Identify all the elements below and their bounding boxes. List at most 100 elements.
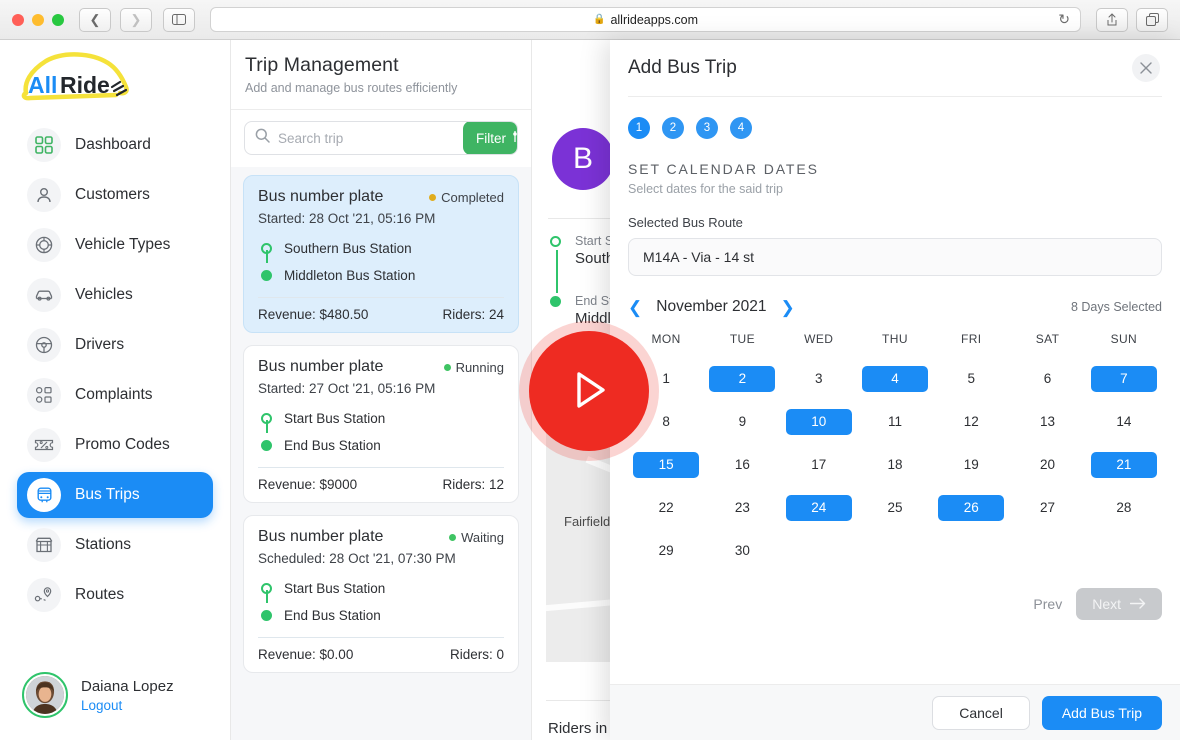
share-icon[interactable] [1096,7,1128,32]
prev-step-button[interactable]: Prev [1033,596,1062,612]
trip-card[interactable]: Bus number plate Waiting Scheduled: 28 O… [243,515,519,673]
address-bar[interactable]: 🔒 allrideapps.com ↻ [210,7,1081,32]
calendar-day-14[interactable]: 14 [1086,400,1162,443]
modal-header: Add Bus Trip [610,40,1180,96]
step-indicator: 1 2 3 4 [628,117,1162,139]
calendar-day-label: 15 [633,451,700,478]
calendar-day-20[interactable]: 20 [1009,443,1085,486]
status-dot [443,363,451,371]
profile-name: Daiana Lopez [81,678,174,696]
route-select[interactable]: M14A - Via - 14 st [628,238,1162,276]
calendar-day-3[interactable]: 3 [781,357,857,400]
step-nav: Prev Next [1033,588,1162,620]
trip-card[interactable]: Bus number plate Completed Started: 28 O… [243,175,519,333]
calendar-day-27[interactable]: 27 [1009,486,1085,529]
add-bus-trip-button[interactable]: Add Bus Trip [1041,695,1162,730]
section-subtitle: Select dates for the said trip [628,182,783,196]
calendar-day-label: 10 [785,408,852,435]
calendar-day-17[interactable]: 17 [781,443,857,486]
calendar-grid[interactable]: MON TUE WED THU FRI SAT SUN 1 2 3 4 5 6 7 8 9 10 11 12 13 14… [628,332,1162,572]
calendar-day-13[interactable]: 13 [1009,400,1085,443]
sidebar-item-drivers[interactable]: Drivers [17,322,213,368]
add-bus-trip-modal: Add Bus Trip 1 2 3 4 SET CALENDAR DATES … [610,40,1180,740]
calendar-day-label: 27 [1040,500,1056,515]
calendar-day-28[interactable]: 28 [1086,486,1162,529]
step-4[interactable]: 4 [730,117,752,139]
calendar-day-label: 17 [811,457,827,472]
status-label: Completed [441,189,504,205]
calendar-day-label: 4 [861,365,928,392]
sidebar-item-promo-codes[interactable]: Promo Codes [17,422,213,468]
sidebar-item-vehicles[interactable]: Vehicles [17,272,213,318]
filter-button[interactable]: Filter [463,122,517,154]
calendar-day-29[interactable]: 29 [628,529,704,572]
calendar-day-16[interactable]: 16 [704,443,780,486]
calendar-day-11[interactable]: 11 [857,400,933,443]
calendar-day-4[interactable]: 4 [857,357,933,400]
step-3[interactable]: 3 [696,117,718,139]
calendar-day-6[interactable]: 6 [1009,357,1085,400]
maximize-window-button[interactable] [52,13,64,26]
map-label: Fairfield [564,514,611,529]
back-button[interactable]: ❮ [79,7,111,32]
play-video-button[interactable] [529,331,649,451]
calendar-day-23[interactable]: 23 [704,486,780,529]
search-box[interactable]: Filter [244,121,518,155]
calendar-day-9[interactable]: 9 [704,400,780,443]
calendar-day-label: 25 [887,500,903,515]
browser-toolbar: ❮ ❯ 🔒 allrideapps.com ↻ [0,0,1180,40]
calendar-day-25[interactable]: 25 [857,486,933,529]
calendar-day-18[interactable]: 18 [857,443,933,486]
minimize-window-button[interactable] [32,13,44,26]
calendar-day-label: 13 [1040,414,1056,429]
sidebar-toggle-icon[interactable] [163,7,195,32]
close-icon[interactable] [1132,54,1160,82]
ticket-icon [27,428,61,462]
search-input[interactable] [278,130,455,146]
calendar-day-21[interactable]: 21 [1086,443,1162,486]
window-controls[interactable] [12,13,64,26]
trip-riders: Riders: 12 [442,477,504,492]
calendar-day-19[interactable]: 19 [933,443,1009,486]
prev-month-button[interactable]: ❮ [628,299,642,316]
sidebar-item-vehicle-types[interactable]: Vehicle Types [17,222,213,268]
brand-logo[interactable]: All Ride [0,40,230,110]
sidebar-item-routes[interactable]: Routes [17,572,213,618]
cancel-button[interactable]: Cancel [932,695,1030,730]
step-2[interactable]: 2 [662,117,684,139]
wheel-icon [27,228,61,262]
next-month-button[interactable]: ❯ [781,299,795,316]
avatar [22,672,68,718]
calendar-day-26[interactable]: 26 [933,486,1009,529]
end-stop-icon [261,270,272,281]
calendar-day-2[interactable]: 2 [704,357,780,400]
calendar-day-5[interactable]: 5 [933,357,1009,400]
step-1[interactable]: 1 [628,117,650,139]
calendar-day-24[interactable]: 24 [781,486,857,529]
profile-section[interactable]: Daiana Lopez Logout [0,672,231,718]
calendar-day-7[interactable]: 7 [1086,357,1162,400]
calendar-day-12[interactable]: 12 [933,400,1009,443]
calendar-day-label: 21 [1090,451,1157,478]
sidebar-item-customers[interactable]: Customers [17,172,213,218]
forward-button[interactable]: ❯ [120,7,152,32]
sidebar-item-dashboard[interactable]: Dashboard [17,122,213,168]
sidebar-item-label: Promo Codes [75,436,170,453]
new-tab-icon[interactable] [1136,7,1168,32]
calendar-day-10[interactable]: 10 [781,400,857,443]
logout-link[interactable]: Logout [81,698,174,713]
sidebar-item-complaints[interactable]: Complaints [17,372,213,418]
calendar-day-30[interactable]: 30 [704,529,780,572]
sidebar-item-bus-trips[interactable]: Bus Trips [17,472,213,518]
next-step-button[interactable]: Next [1076,588,1162,620]
close-window-button[interactable] [12,13,24,26]
start-stop-label: Start Bus Station [284,411,386,426]
calendar-day-15[interactable]: 15 [628,443,704,486]
sidebar-item-stations[interactable]: Stations [17,522,213,568]
trip-revenue: Revenue: $9000 [258,477,358,492]
calendar-dow-sun: SUN [1110,332,1138,346]
trip-card[interactable]: Bus number plate Running Started: 27 Oct… [243,345,519,503]
calendar-day-22[interactable]: 22 [628,486,704,529]
start-stop-label: Southern Bus Station [284,241,412,256]
reload-icon[interactable]: ↻ [1058,11,1070,28]
